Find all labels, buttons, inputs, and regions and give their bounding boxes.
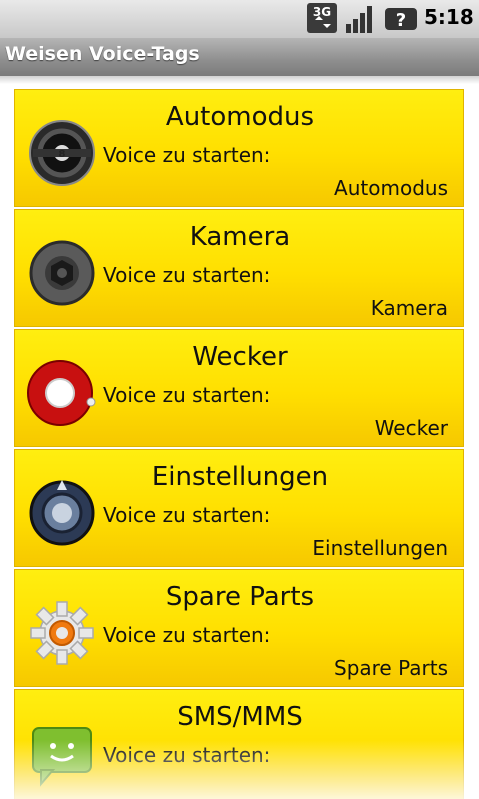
status-bar: 3G ? 5:18 xyxy=(0,0,479,38)
item-title: Spare Parts xyxy=(165,582,315,612)
item-prompt: Voice zu starten: xyxy=(103,143,271,167)
svg-text:3G: 3G xyxy=(313,5,331,19)
list-item-kamera[interactable]: Kamera Voice zu starten: Kamera xyxy=(14,209,464,327)
clock-time: 5:18 xyxy=(424,5,474,29)
item-title: Kamera xyxy=(189,222,291,252)
item-voice-tag: Wecker xyxy=(374,416,448,440)
list-item-automodus[interactable]: 8 Automodus Voice zu starten: Automodus xyxy=(14,89,464,207)
item-prompt: Voice zu starten: xyxy=(103,383,271,407)
list-item-wecker[interactable]: Wecker Voice zu starten: Wecker xyxy=(14,329,464,447)
list-item-spare-parts[interactable]: Spare Parts Voice zu starten: Spare Part… xyxy=(14,569,464,687)
item-title: SMS/MMS xyxy=(177,702,303,732)
item-voice-tag: Spare Parts xyxy=(334,656,448,680)
item-title: Wecker xyxy=(192,342,288,372)
signal-strength-icon xyxy=(346,6,372,33)
voice-tag-list[interactable]: 8 Automodus Voice zu starten: Automodus … xyxy=(14,89,464,799)
item-prompt: Voice zu starten: xyxy=(103,623,271,647)
item-voice-tag: Automodus xyxy=(334,176,448,200)
question-mark-icon: ? xyxy=(385,8,417,31)
item-prompt: Voice zu starten: xyxy=(103,743,271,767)
item-title: Einstellungen xyxy=(151,462,329,492)
list-item-sms-mms[interactable]: SMS/MMS Voice zu starten: xyxy=(14,689,464,799)
3g-icon: 3G xyxy=(307,3,337,33)
svg-text:8: 8 xyxy=(59,149,66,160)
item-voice-tag: Kamera xyxy=(370,296,448,320)
item-prompt: Voice zu starten: xyxy=(103,503,271,527)
svg-text:?: ? xyxy=(396,10,406,31)
list-item-einstellungen[interactable]: Einstellungen Voice zu starten: Einstell… xyxy=(14,449,464,567)
app-title-bar: Weisen Voice-Tags xyxy=(0,38,479,76)
item-title: Automodus xyxy=(165,102,315,132)
app-title: Weisen Voice-Tags xyxy=(5,43,200,65)
item-prompt: Voice zu starten: xyxy=(103,263,271,287)
item-voice-tag: Einstellungen xyxy=(312,536,448,560)
title-shadow xyxy=(0,76,479,84)
